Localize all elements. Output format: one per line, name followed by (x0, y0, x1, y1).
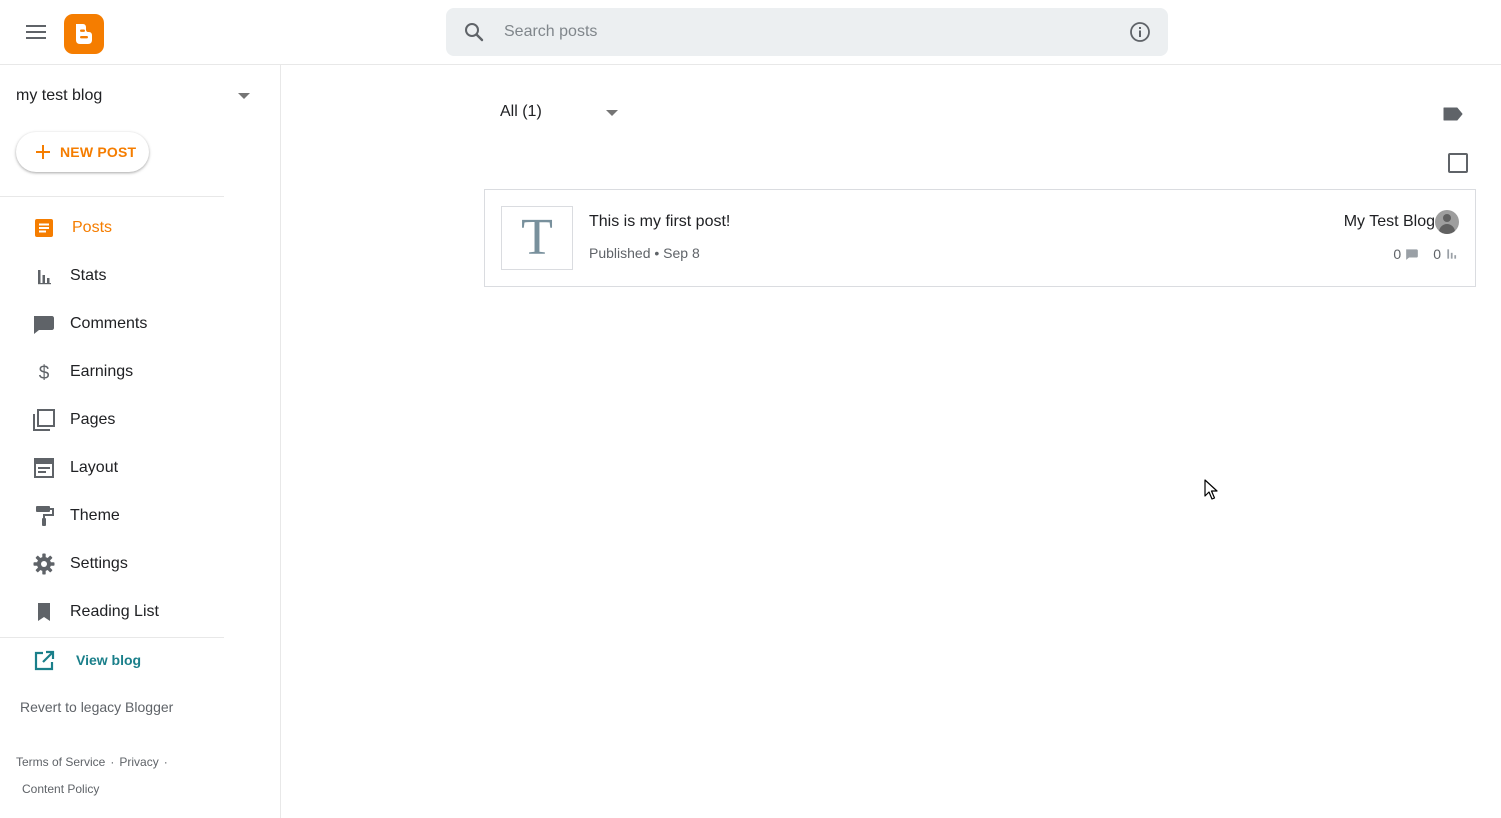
sidebar-item-label: Earnings (70, 363, 134, 380)
comment-count: 0 (1393, 246, 1402, 262)
blog-name: my test blog (16, 87, 103, 104)
sidebar-item-posts[interactable]: Posts (0, 204, 224, 252)
search-input[interactable] (504, 16, 1104, 48)
comments-icon (34, 316, 54, 334)
view-blog-link[interactable]: View blog (0, 649, 224, 673)
privacy-link[interactable]: Privacy (119, 755, 158, 769)
sidebar-nav: Posts Stats Comments $ Earnings Pages La… (0, 204, 224, 636)
post-stats: 0 0 (1393, 245, 1459, 263)
sidebar-item-theme[interactable]: Theme (0, 492, 224, 540)
footer-links: Terms of Service · Privacy · Content Policy (16, 749, 216, 803)
filter-label: All (1) (500, 103, 542, 120)
label-icon[interactable] (1441, 102, 1465, 126)
author-avatar (1435, 210, 1459, 234)
sidebar-item-pages[interactable]: Pages (0, 396, 224, 444)
sidebar-item-label: Theme (70, 507, 120, 524)
chevron-down-icon (606, 110, 618, 116)
layout-icon (34, 458, 54, 478)
new-post-label: NEW POST (60, 144, 137, 160)
new-post-button[interactable]: NEW POST (16, 132, 149, 172)
sidebar-item-earnings[interactable]: $ Earnings (0, 348, 224, 396)
mouse-cursor-icon (1204, 479, 1218, 500)
sidebar-item-stats[interactable]: Stats (0, 252, 224, 300)
pages-icon (33, 409, 55, 431)
post-title[interactable]: This is my first post! (589, 213, 730, 231)
post-filter-dropdown[interactable]: All (1) (500, 101, 620, 125)
terms-link[interactable]: Terms of Service (16, 755, 105, 769)
info-icon[interactable] (1128, 20, 1152, 44)
thumbnail-letter: T (521, 209, 553, 266)
stats-icon (1447, 249, 1457, 259)
view-count: 0 (1433, 246, 1441, 262)
dollar-icon: $ (39, 363, 50, 384)
sidebar-item-label: Stats (70, 267, 107, 284)
posts-icon (35, 219, 53, 237)
content-policy-link[interactable]: Content Policy (22, 782, 99, 796)
bookmark-icon (38, 603, 50, 621)
sidebar-item-label: Reading List (70, 603, 159, 620)
top-app-bar (0, 0, 1501, 65)
sidebar-item-label: Comments (70, 315, 148, 332)
blogger-logo-icon[interactable] (64, 14, 104, 54)
svg-text:$: $ (39, 363, 50, 384)
chevron-down-icon (238, 93, 250, 99)
post-status: Published • Sep 8 (589, 245, 700, 261)
open-in-new-icon (34, 650, 55, 671)
post-thumbnail: T (501, 206, 573, 270)
sidebar-item-label: Posts (72, 219, 113, 236)
sidebar-item-reading-list[interactable]: Reading List (0, 588, 224, 636)
separator: · (110, 755, 115, 769)
sidebar-item-settings[interactable]: Settings (0, 540, 224, 588)
post-list-item[interactable]: T This is my first post! Published • Sep… (484, 189, 1476, 287)
post-blog-name: My Test Blog (1343, 213, 1435, 230)
sidebar-item-layout[interactable]: Layout (0, 444, 224, 492)
comment-icon (1406, 249, 1419, 260)
plus-icon (36, 145, 50, 159)
sidebar-item-label: Pages (70, 411, 116, 428)
gear-icon (33, 553, 55, 575)
sidebar-item-comments[interactable]: Comments (0, 300, 224, 348)
search-bar (446, 8, 1168, 56)
view-blog-label: View blog (76, 652, 142, 668)
sidebar-divider (0, 637, 224, 638)
revert-legacy-link[interactable]: Revert to legacy Blogger (20, 699, 173, 715)
stats-icon (38, 270, 51, 285)
select-all-checkbox[interactable] (1448, 153, 1468, 173)
sidebar-item-label: Layout (70, 459, 119, 476)
separator: · (163, 755, 168, 769)
blog-selector[interactable]: my test blog (16, 83, 260, 109)
sidebar-divider (0, 196, 224, 197)
paint-roller-icon (36, 506, 54, 526)
sidebar: my test blog NEW POST Posts Stats Commen… (0, 65, 281, 818)
sidebar-item-label: Settings (70, 555, 128, 572)
search-icon[interactable] (462, 20, 486, 44)
hamburger-menu-icon[interactable] (20, 16, 52, 48)
